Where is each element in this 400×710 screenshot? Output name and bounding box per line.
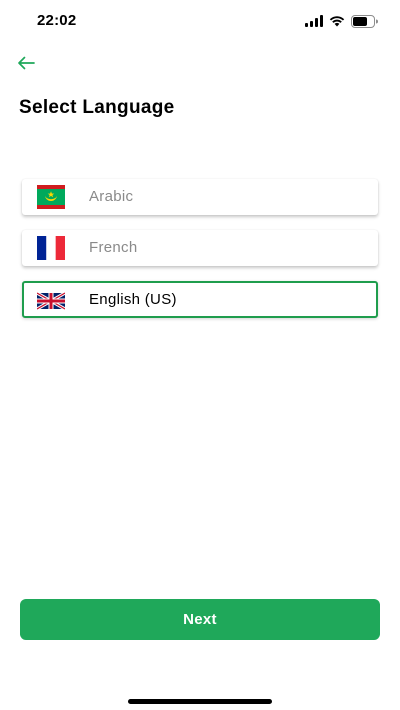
status-bar: 22:02 [0,0,400,44]
battery-icon [351,14,378,28]
language-label: French [89,239,138,256]
france-flag-icon [37,236,65,260]
back-button[interactable] [14,51,38,75]
page-title: Select Language [19,97,175,118]
home-indicator [128,699,272,704]
language-label: Arabic [89,188,134,205]
next-button[interactable]: Next [20,599,380,640]
language-option-english-us[interactable]: English (US) [22,281,378,318]
language-option-arabic[interactable]: Arabic [22,179,378,215]
language-label: English (US) [89,291,177,308]
arrow-left-icon [18,56,35,70]
wifi-icon [329,15,345,27]
status-icons [305,14,378,28]
cellular-signal-icon [305,15,323,27]
language-option-french[interactable]: French [22,230,378,266]
uk-flag-icon [37,291,65,311]
language-list: Arabic French English (US) [22,179,378,333]
mauritania-flag-icon [37,185,65,209]
status-time: 22:02 [37,12,77,29]
